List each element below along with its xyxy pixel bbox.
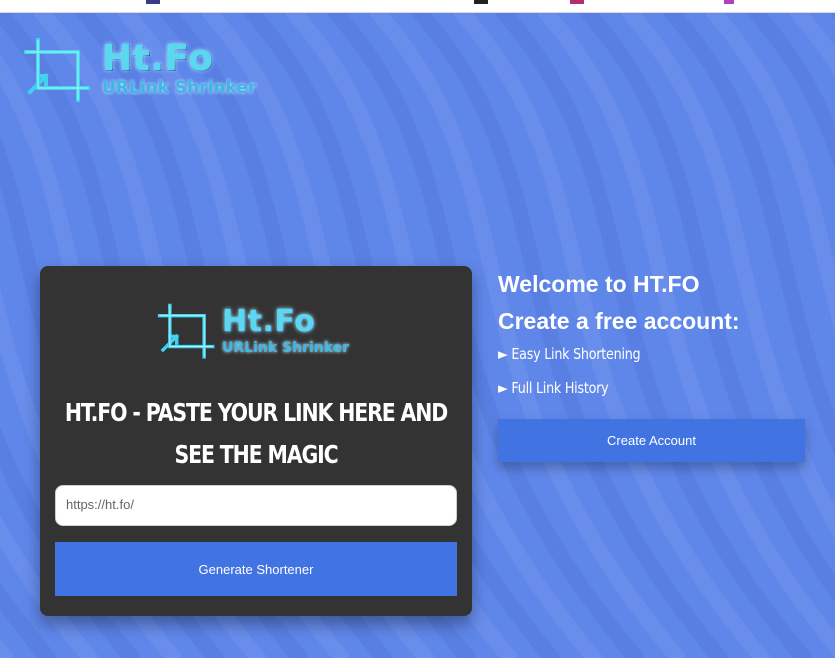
- tab-mark: [474, 0, 488, 4]
- browser-top-strip: [0, 0, 835, 13]
- tab-mark: [146, 0, 160, 4]
- card-logo-title: Ht.Fo: [222, 304, 316, 339]
- card-heading-line-2: SEE THE MAGIC: [174, 440, 338, 469]
- logo-subtitle: URLink Shrinker: [102, 78, 257, 98]
- site-logo[interactable]: Ht.Fo URLink Shrinker: [22, 34, 262, 106]
- generate-shortener-button[interactable]: Generate Shortener: [55, 542, 457, 596]
- url-input[interactable]: [55, 485, 457, 526]
- tab-mark: [724, 0, 734, 4]
- create-account-button[interactable]: Create Account: [498, 419, 805, 462]
- crop-frame-icon: [157, 303, 215, 359]
- play-arrow-icon: ►: [498, 379, 508, 397]
- create-account-heading: Create a free account:: [498, 308, 740, 334]
- tab-mark: [570, 0, 584, 4]
- feature-item: ► Easy Link Shortening: [498, 345, 641, 363]
- card-heading-line-1: HT.FO - PASTE YOUR LINK HERE AND: [64, 398, 448, 427]
- card-logo: Ht.Fo URLink Shrinker: [156, 300, 358, 364]
- feature-label: Easy Link Shortening: [511, 345, 641, 363]
- feature-item: ► Full Link History: [498, 379, 609, 397]
- card-logo-subtitle: URLink Shrinker: [222, 340, 350, 356]
- crop-frame-icon: [24, 38, 90, 102]
- logo-title: Ht.Fo: [102, 38, 214, 79]
- feature-label: Full Link History: [511, 379, 609, 397]
- card-heading: HT.FO - PASTE YOUR LINK HERE AND SEE THE…: [46, 392, 466, 476]
- play-arrow-icon: ►: [498, 345, 508, 363]
- welcome-heading: Welcome to HT.FO: [498, 271, 700, 297]
